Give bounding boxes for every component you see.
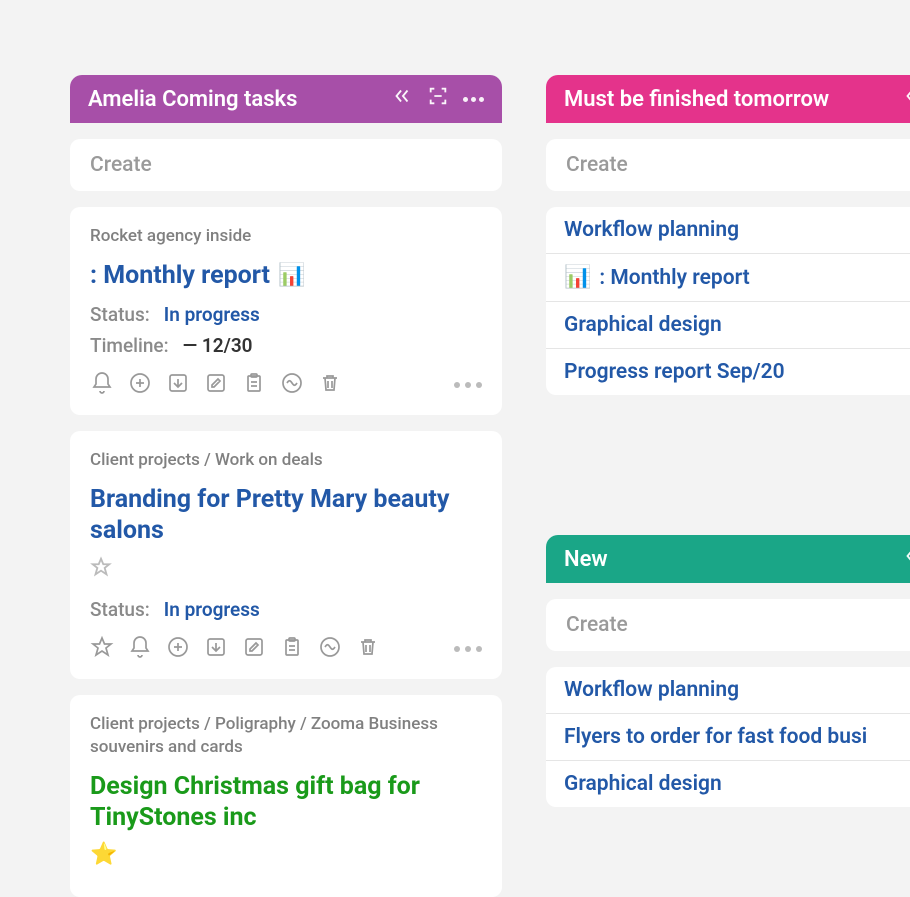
list-header[interactable]: New [546,535,910,583]
timeline-value: — 12/30 [183,334,253,357]
list-header[interactable]: Must be finished tomorrow [546,75,910,123]
edit-icon[interactable] [204,371,228,399]
star-outline-icon[interactable] [90,555,112,586]
collapse-icon[interactable] [902,545,910,573]
bell-icon[interactable] [90,371,114,399]
card-title[interactable]: Design Christmas gift bag for TinyStones… [90,771,482,869]
list-item[interactable]: 📊 : Monthly report [546,254,910,302]
list-item[interactable]: Flyers to order for fast food busi [546,714,910,761]
scan-icon[interactable] [427,85,449,113]
list-title: New [564,547,902,572]
plus-circle-icon[interactable] [128,371,152,399]
breadcrumb: Rocket agency inside [90,225,482,248]
list-item[interactable]: Graphical design [546,302,910,349]
card-title[interactable]: : Monthly report 📊 [90,260,482,291]
trash-icon[interactable] [318,371,342,399]
column-finish-tomorrow: Must be finished tomorrow Create Workflo… [546,75,910,395]
clipboard-icon[interactable] [280,635,304,663]
wave-icon[interactable] [318,635,342,663]
list-item[interactable]: Graphical design [546,761,910,807]
breadcrumb: Client projects / Poligraphy / Zooma Bus… [90,713,482,759]
status-value: In progress [164,303,260,326]
more-icon[interactable] [454,646,482,652]
import-icon[interactable] [166,371,190,399]
clipboard-icon[interactable] [242,371,266,399]
column-coming-tasks: Amelia Coming tasks Create Rocket agency… [70,75,502,897]
list-item[interactable]: Progress report Sep/20 [546,349,910,395]
chart-icon: 📊 [564,265,591,290]
star-filled-icon: ⭐ [90,841,117,869]
breadcrumb: Client projects / Work on deals [90,449,482,472]
edit-icon[interactable] [242,635,266,663]
collapse-icon[interactable] [391,85,413,113]
column-new: New Create Workflow planning Flyers to o… [546,535,910,807]
plus-circle-icon[interactable] [166,635,190,663]
task-card[interactable]: Client projects / Poligraphy / Zooma Bus… [70,695,502,897]
bell-icon[interactable] [128,635,152,663]
more-icon[interactable] [454,382,482,388]
task-card[interactable]: Rocket agency inside : Monthly report 📊 … [70,207,502,415]
list-title: Amelia Coming tasks [88,87,391,112]
timeline-label: Timeline: [90,334,169,357]
list-item[interactable]: Workflow planning [546,207,910,254]
card-title[interactable]: Branding for Pretty Mary beauty salons [90,484,482,586]
chart-icon: 📊 [278,262,305,290]
create-input[interactable]: Create [546,139,910,191]
collapse-icon[interactable] [902,85,910,113]
status-label: Status: [90,303,150,326]
list-header[interactable]: Amelia Coming tasks [70,75,502,123]
create-input[interactable]: Create [546,599,910,651]
list-item[interactable]: Workflow planning [546,667,910,714]
import-icon[interactable] [204,635,228,663]
task-card[interactable]: Client projects / Work on deals Branding… [70,431,502,679]
trash-icon[interactable] [356,635,380,663]
star-icon[interactable] [90,635,114,663]
more-icon[interactable] [463,97,484,102]
wave-icon[interactable] [280,371,304,399]
list-title: Must be finished tomorrow [564,87,902,112]
status-label: Status: [90,598,150,621]
status-value: In progress [164,598,260,621]
create-input[interactable]: Create [70,139,502,191]
